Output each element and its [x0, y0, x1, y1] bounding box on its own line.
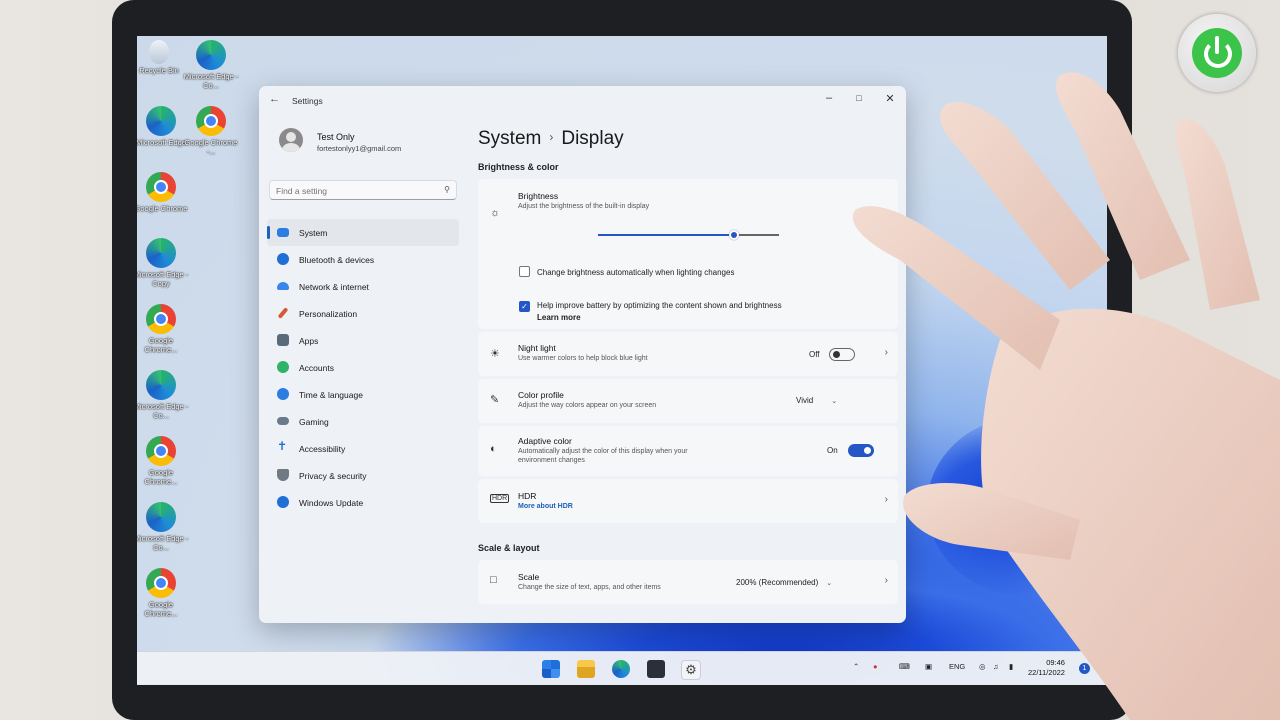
hand-finger — [1175, 119, 1260, 311]
hand-overlay — [852, 72, 1280, 720]
brand-logo — [1178, 14, 1256, 92]
power-icon — [1215, 36, 1219, 54]
